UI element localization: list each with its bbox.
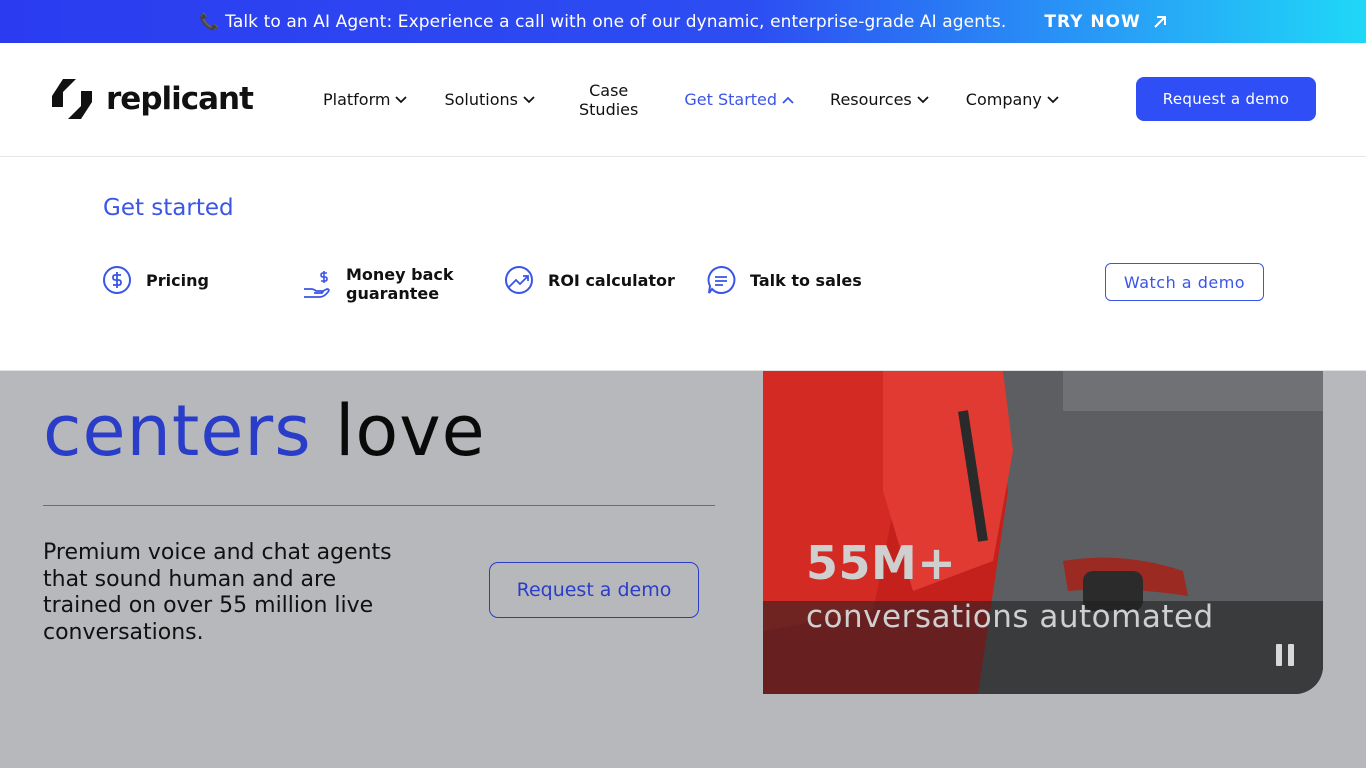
trend-icon <box>504 265 534 295</box>
hero-subtext: Premium voice and chat agents that sound… <box>43 540 392 645</box>
watch-demo-button[interactable]: Watch a demo <box>1105 263 1264 301</box>
dropdown-item-talk-to-sales[interactable]: Talk to sales <box>706 265 862 295</box>
announcement-bar: 📞 Talk to an AI Agent: Experience a call… <box>0 0 1366 43</box>
hero-video: 55M+ conversations automated <box>763 371 1323 694</box>
chevron-down-icon <box>917 95 929 103</box>
nav-solutions[interactable]: Solutions <box>444 90 535 109</box>
arrow-up-right-icon <box>1154 15 1166 28</box>
get-started-dropdown: Get started Pricing Money back guarantee… <box>0 156 1366 371</box>
pause-button[interactable] <box>1263 633 1307 677</box>
dropdown-item-roi-label: ROI calculator <box>548 270 675 290</box>
announcement-message: Talk to an AI Agent: Experience a call w… <box>225 11 1007 32</box>
nav-get-started-label: Get Started <box>684 90 778 109</box>
logo[interactable]: replicant <box>50 77 254 121</box>
hand-money-icon <box>302 269 332 299</box>
nav-platform-label: Platform <box>323 90 391 109</box>
nav-company[interactable]: Company <box>966 90 1059 109</box>
try-now-label: TRY NOW <box>1044 11 1141 32</box>
hero-divider <box>43 505 715 506</box>
nav-case-studies-line1: Case <box>589 80 629 100</box>
stat-label: conversations automated <box>806 599 1214 635</box>
nav-company-label: Company <box>965 90 1042 109</box>
dropdown-item-roi[interactable]: ROI calculator <box>504 265 675 295</box>
phone-icon: 📞 <box>199 12 220 31</box>
chevron-up-icon <box>782 96 794 104</box>
money-back-line1: Money back <box>346 265 454 284</box>
chat-icon <box>706 265 736 295</box>
nav-platform[interactable]: Platform <box>323 90 408 109</box>
pause-icon <box>1276 644 1294 666</box>
chevron-down-icon <box>523 95 535 103</box>
hero-headline-black: love <box>334 390 486 472</box>
chevron-down-icon <box>1047 95 1059 103</box>
hero-headline-blue: centers <box>43 390 312 472</box>
nav-case-studies[interactable]: Case Studies <box>579 81 638 119</box>
dollar-icon <box>102 265 132 295</box>
dropdown-item-money-back[interactable]: Money back guarantee <box>302 265 454 303</box>
hero-request-demo-button[interactable]: Request a demo <box>489 562 699 618</box>
try-now-link[interactable]: TRY NOW <box>1044 12 1166 32</box>
money-back-line2: guarantee <box>346 284 440 303</box>
nav-get-started[interactable]: Get Started <box>684 90 794 109</box>
dropdown-item-pricing-label: Pricing <box>146 270 209 290</box>
video-still <box>763 371 1323 694</box>
dropdown-item-pricing[interactable]: Pricing <box>102 265 209 295</box>
nav-solutions-label: Solutions <box>444 90 518 109</box>
dropdown-title: Get started <box>103 195 234 221</box>
site-header: replicant Platform Solutions Case Studie… <box>0 43 1366 156</box>
logo-text: replicant <box>106 81 254 117</box>
request-demo-button[interactable]: Request a demo <box>1136 77 1316 121</box>
hero-headline: centers love <box>43 388 486 474</box>
stat-value: 55M+ <box>806 536 957 590</box>
dropdown-item-talk-to-sales-label: Talk to sales <box>750 270 862 290</box>
chevron-down-icon <box>395 95 408 103</box>
nav-case-studies-line2: Studies <box>579 99 639 119</box>
nav-resources[interactable]: Resources <box>830 90 929 109</box>
dropdown-item-money-back-label: Money back guarantee <box>346 265 454 303</box>
nav-resources-label: Resources <box>830 90 912 109</box>
main-nav: Platform Solutions Case Studies Get Star… <box>323 43 1059 156</box>
replicant-logo-icon <box>52 79 92 119</box>
